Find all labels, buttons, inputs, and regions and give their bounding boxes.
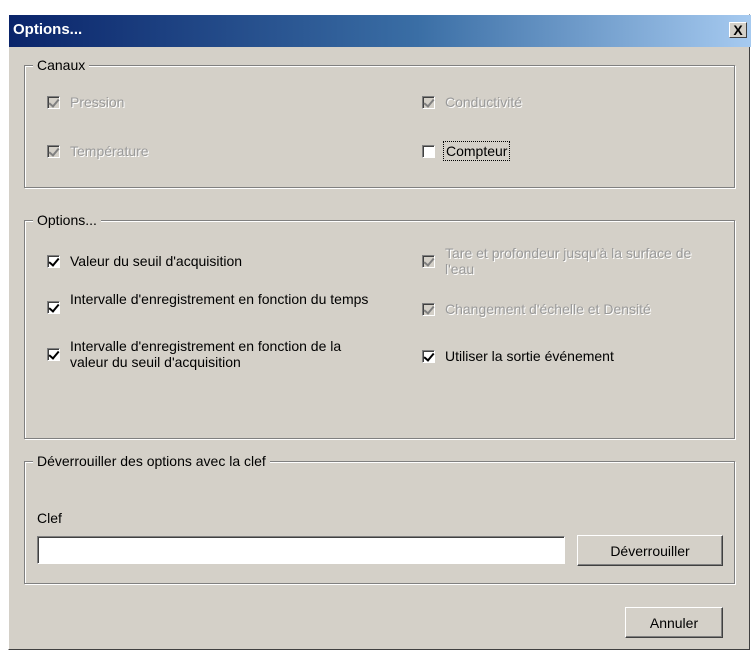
title-bar[interactable]: Options... X [9, 15, 751, 47]
checkbox-label: Pression [70, 94, 125, 110]
cancel-button[interactable]: Annuler [625, 607, 723, 638]
checkbox-tare-profondeur[interactable]: Tare et profondeur jusqu'à la surface de… [422, 245, 717, 277]
checkbox-label: Changement d'échelle et Densité [445, 301, 651, 317]
checkbox-intervalle-seuil[interactable]: Intervalle d'enregistrement en fonction … [47, 338, 377, 370]
options-legend: Options... [33, 212, 101, 228]
channels-group: Canaux Pression Température Conductivité… [24, 57, 735, 188]
checkbox-box[interactable] [422, 145, 435, 158]
options-dialog: Options... X Canaux Pression Température… [8, 14, 751, 650]
checkbox-conductivite[interactable]: Conductivité [422, 94, 522, 110]
options-group: Options... Valeur du seuil d'acquisition… [24, 212, 735, 439]
key-label: Clef [37, 510, 62, 526]
checkbox-label: Utiliser la sortie événement [445, 348, 614, 364]
checkbox-label: Intervalle d'enregistrement en fonction … [70, 338, 342, 370]
checkbox-box[interactable] [422, 255, 435, 268]
checkbox-label: Tare et profondeur jusqu'à la surface de… [445, 245, 692, 277]
checkbox-intervalle-temps[interactable]: Intervalle d'enregistrement en fonction … [47, 291, 377, 314]
checkbox-box[interactable] [47, 348, 60, 361]
checkbox-seuil-acquisition[interactable]: Valeur du seuil d'acquisition [47, 253, 377, 269]
checkbox-box[interactable] [47, 301, 60, 314]
checkbox-box[interactable] [422, 350, 435, 363]
checkbox-label: Conductivité [445, 94, 523, 110]
checkbox-label: Intervalle d'enregistrement en fonction … [70, 291, 369, 307]
checkbox-box[interactable] [422, 303, 435, 316]
window-title: Options... [13, 21, 83, 38]
unlock-button[interactable]: Déverrouiller [577, 535, 723, 566]
checkbox-temperature[interactable]: Température [47, 143, 149, 159]
close-button[interactable]: X [729, 22, 747, 38]
checkbox-pression[interactable]: Pression [47, 94, 124, 110]
checkbox-label: Valeur du seuil d'acquisition [70, 253, 243, 269]
checkbox-label: Température [70, 143, 149, 159]
close-icon: X [733, 22, 743, 38]
checkbox-changement-echelle[interactable]: Changement d'échelle et Densité [422, 301, 717, 317]
checkbox-box[interactable] [47, 255, 60, 268]
checkbox-label: Compteur [442, 141, 511, 161]
checkbox-sortie-evenement[interactable]: Utiliser la sortie événement [422, 348, 717, 364]
checkbox-box[interactable] [422, 96, 435, 109]
unlock-legend: Déverrouiller des options avec la clef [33, 453, 270, 469]
channels-legend: Canaux [33, 57, 90, 73]
checkbox-box[interactable] [47, 145, 60, 158]
unlock-group: Déverrouiller des options avec la clef C… [24, 453, 735, 584]
checkbox-compteur[interactable]: Compteur [422, 141, 511, 161]
key-input[interactable] [37, 536, 565, 564]
cancel-button-label: Annuler [649, 614, 699, 631]
unlock-button-label: Déverrouiller [610, 542, 690, 559]
checkbox-box[interactable] [47, 96, 60, 109]
